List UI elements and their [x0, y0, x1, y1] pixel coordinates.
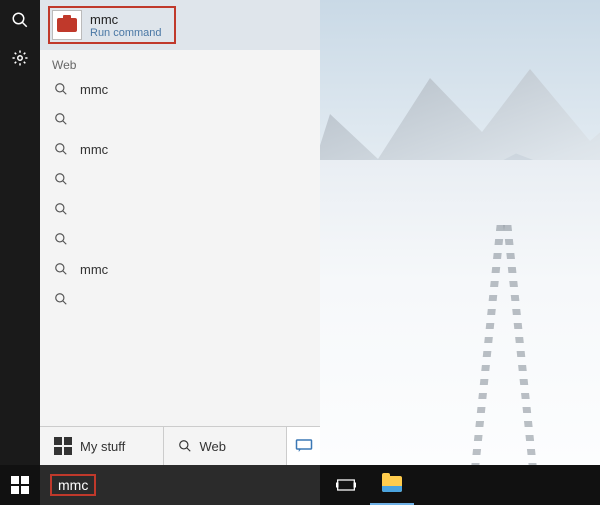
web-suggestion-text: mmc [80, 142, 108, 157]
filter-web-label: Web [200, 439, 227, 454]
search-icon [52, 80, 70, 98]
cortana-sidebar [0, 0, 40, 505]
best-match-highlight: mmc Run command [48, 6, 176, 44]
sidebar-settings-button[interactable] [6, 44, 34, 72]
file-explorer-button[interactable] [370, 465, 414, 505]
taskbar [320, 465, 600, 505]
taskview-icon [336, 477, 356, 493]
search-input-row: mmc [40, 465, 320, 505]
search-input[interactable]: mmc [50, 474, 96, 496]
screen: mmc Run command Web mmc mmc [0, 0, 600, 505]
best-match-row[interactable]: mmc Run command [40, 0, 320, 50]
search-icon [52, 230, 70, 248]
web-suggestion-list: mmc mmc mm [40, 74, 320, 426]
best-match-text: mmc Run command [90, 12, 162, 39]
web-suggestion[interactable] [40, 104, 320, 134]
windows-icon [11, 476, 29, 494]
mmc-app-icon [52, 10, 82, 40]
settings-icon [11, 49, 29, 67]
search-icon [52, 140, 70, 158]
web-suggestion[interactable] [40, 224, 320, 254]
search-icon [11, 11, 29, 29]
web-suggestion-text: mmc [80, 82, 108, 97]
web-suggestion[interactable]: mmc [40, 254, 320, 284]
desktop-area[interactable] [320, 0, 600, 505]
filter-web-button[interactable]: Web [163, 427, 287, 465]
start-button[interactable] [0, 465, 40, 505]
wallpaper-tracks [474, 225, 534, 465]
sidebar-search-button[interactable] [6, 6, 34, 34]
web-suggestion[interactable] [40, 284, 320, 314]
search-icon [52, 260, 70, 278]
filter-mystuff-label: My stuff [80, 439, 125, 454]
web-suggestion-text: mmc [80, 262, 108, 277]
filter-mystuff-button[interactable]: My stuff [40, 427, 163, 465]
web-suggestion[interactable]: mmc [40, 134, 320, 164]
search-icon [52, 170, 70, 188]
windows-icon [54, 437, 72, 455]
search-icon [52, 290, 70, 308]
wallpaper-snow [320, 160, 600, 465]
feedback-button[interactable] [286, 427, 320, 465]
taskview-button[interactable] [324, 465, 368, 505]
web-section-label: Web [40, 50, 320, 74]
search-panel: mmc Run command Web mmc mmc [40, 0, 320, 505]
search-icon [52, 200, 70, 218]
search-icon [178, 439, 192, 453]
best-match-title: mmc [90, 12, 162, 27]
filter-row: My stuff Web [40, 426, 320, 465]
best-match-subtitle: Run command [90, 27, 162, 39]
feedback-icon [295, 438, 313, 454]
web-suggestion[interactable] [40, 164, 320, 194]
search-icon [52, 110, 70, 128]
folder-icon [382, 476, 402, 492]
web-suggestion[interactable]: mmc [40, 74, 320, 104]
web-suggestion[interactable] [40, 194, 320, 224]
